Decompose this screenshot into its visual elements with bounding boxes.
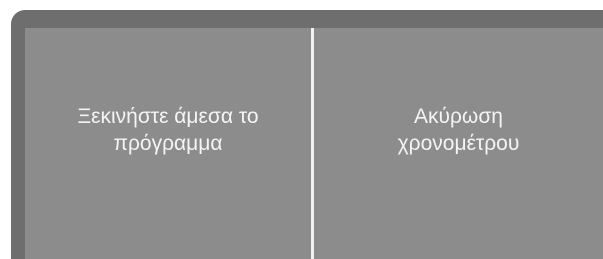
cancel-timer-button[interactable]: Ακύρωση χρονομέτρου <box>314 28 603 259</box>
start-program-now-button[interactable]: Ξεκινήστε άμεσα το πρόγραμμα <box>25 28 311 259</box>
cancel-timer-label: Ακύρωση χρονομέτρου <box>397 104 520 155</box>
start-program-now-label: Ξεκινήστε άμεσα το πρόγραμμα <box>77 104 259 155</box>
dialog-frame: Ξεκινήστε άμεσα το πρόγραμμα Ακύρωση χρο… <box>11 10 603 259</box>
